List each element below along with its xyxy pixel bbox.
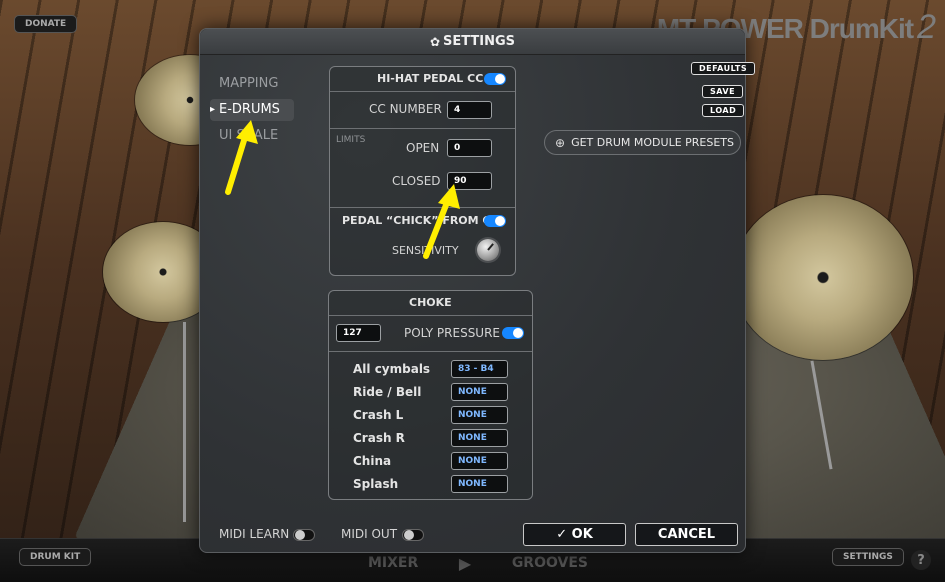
save-button[interactable]: SAVE (702, 85, 744, 98)
get-presets-label: GET DRUM MODULE PRESETS (571, 136, 735, 149)
choke-value-input[interactable]: 127 (336, 324, 381, 342)
cancel-button[interactable]: CANCEL (635, 523, 738, 546)
divider (329, 315, 532, 316)
divider (330, 91, 515, 92)
pedal-chick-toggle[interactable] (484, 215, 506, 227)
load-button[interactable]: LOAD (702, 104, 745, 117)
gear-icon: ✿ (429, 34, 441, 49)
choke-row-label: Crash R (353, 431, 405, 445)
choke-row-select[interactable]: NONE (451, 475, 508, 493)
mixer-tab[interactable]: MIXER (368, 555, 418, 571)
help-icon[interactable]: ? (911, 550, 931, 570)
sensitivity-knob[interactable] (477, 239, 499, 261)
choke-title: CHOKE (409, 296, 452, 309)
cc-number-input[interactable]: 4 (447, 101, 492, 119)
open-label: OPEN (406, 141, 440, 155)
annotation-arrow-right (423, 184, 460, 259)
poly-pressure-toggle[interactable] (502, 327, 524, 339)
drum-kit-button[interactable]: DRUM KIT (19, 548, 92, 566)
annotation-arrow-left (225, 120, 258, 195)
donate-button[interactable]: DONATE (14, 15, 78, 33)
defaults-button[interactable]: DEFAULTS (691, 62, 756, 75)
footer-tabs: MIXER ▶ GROOVES (342, 550, 618, 576)
settings-button[interactable]: SETTINGS (832, 548, 904, 566)
choke-row-select[interactable]: NONE (451, 406, 508, 424)
midi-learn-toggle[interactable] (293, 529, 315, 541)
ok-button[interactable]: ✓ OK (523, 523, 626, 546)
choke-row-select[interactable]: NONE (451, 383, 508, 401)
play-icon[interactable]: ▶ (459, 554, 471, 573)
hihat-stand (183, 322, 186, 522)
limits-label: LIMITS (336, 135, 366, 145)
poly-pressure-label: POLY PRESSURE (404, 326, 501, 340)
choke-row-label: Crash L (353, 408, 404, 422)
get-presets-button[interactable]: ⊕ GET DRUM MODULE PRESETS (544, 130, 741, 155)
dialog-title-bar: ✿ SETTINGS (200, 29, 745, 55)
dialog-title: SETTINGS (443, 34, 516, 49)
hihat-title: HI-HAT PEDAL CC (377, 72, 484, 85)
grooves-tab[interactable]: GROOVES (512, 555, 588, 571)
choke-row-label: All cymbals (353, 362, 431, 376)
midi-learn-label: MIDI LEARN (219, 527, 290, 541)
right-china-cymbal (733, 195, 913, 360)
midi-out-label: MIDI OUT (341, 527, 398, 541)
nav-item-mapping[interactable]: MAPPING (210, 73, 294, 95)
globe-icon: ⊕ (555, 135, 566, 150)
choke-row-label: Ride / Bell (353, 385, 422, 399)
hihat-toggle[interactable] (484, 73, 506, 85)
divider (329, 351, 532, 352)
midi-out-toggle[interactable] (402, 529, 424, 541)
choke-row-select[interactable]: NONE (451, 429, 508, 447)
cc-number-label: CC NUMBER (369, 102, 442, 116)
choke-row-select[interactable]: 83 - B4 (451, 360, 508, 378)
settings-dialog: ✿ SETTINGS MAPPING E-DRUMS UI SCALE HI-H… (199, 28, 756, 553)
choke-row-label: Splash (353, 477, 399, 491)
choke-panel: CHOKE 127 POLY PRESSURE All cymbals 83 -… (328, 290, 533, 500)
choke-row-select[interactable]: NONE (451, 452, 508, 470)
divider (330, 128, 515, 129)
choke-row-label: China (353, 454, 392, 468)
open-input[interactable]: 0 (447, 139, 492, 157)
